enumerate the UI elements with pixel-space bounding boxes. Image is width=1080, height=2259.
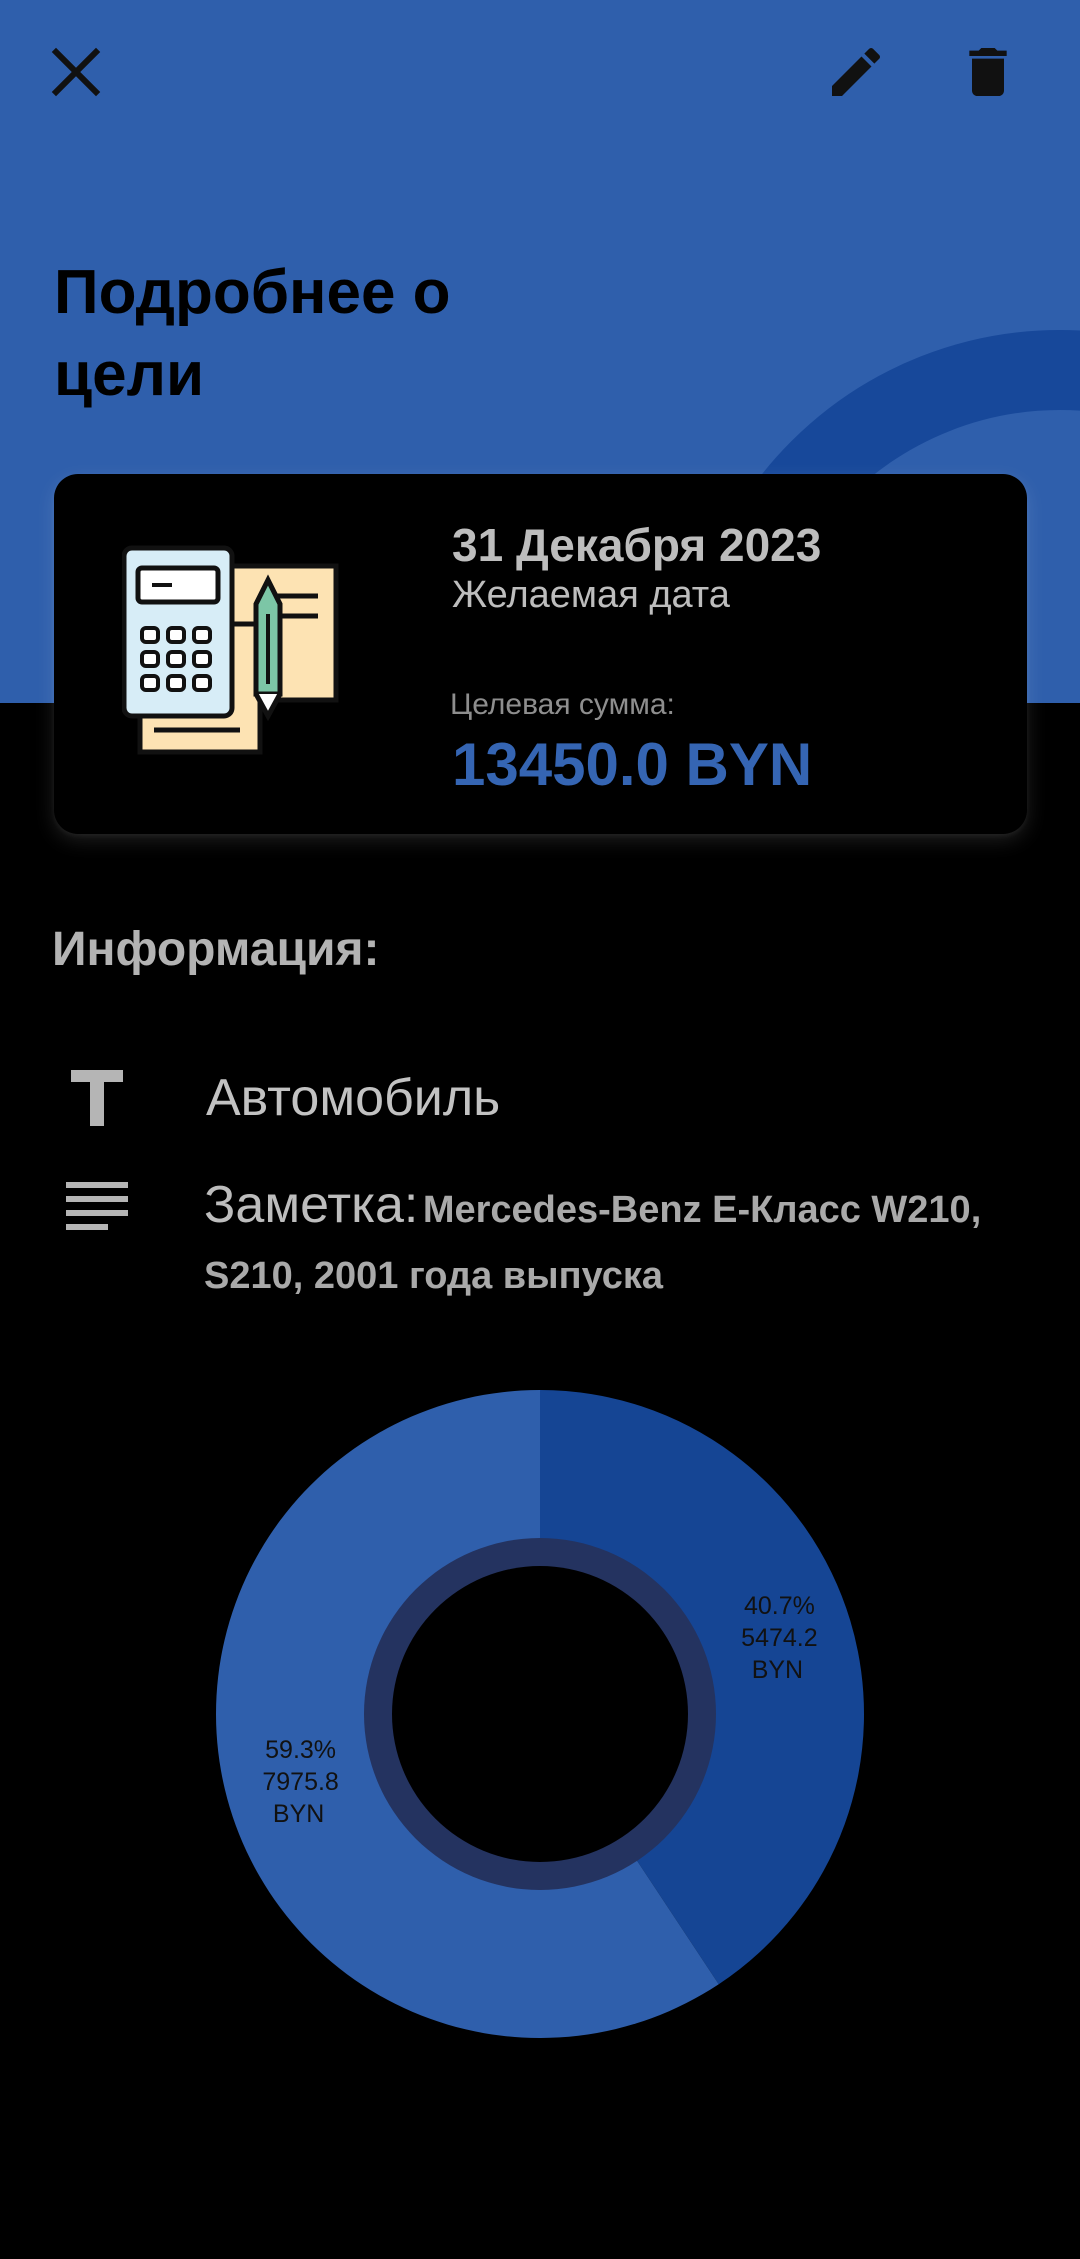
edit-button[interactable]	[814, 30, 898, 114]
donut-slice-label: 7975.8	[262, 1768, 338, 1796]
target-amount: 13450.0 BYN	[452, 731, 813, 798]
notes-lines-icon	[52, 1160, 142, 1250]
donut-slice-label: BYN	[752, 1656, 803, 1684]
donut-svg: 40.7% 5474.2 BYN 59.3% 7975.8 BYN	[216, 1390, 865, 2038]
goal-date: 31 Декабря 2023	[452, 519, 822, 571]
trash-icon	[956, 40, 1020, 104]
text-title-icon	[52, 1052, 142, 1142]
goal-date-label: Желаемая дата	[452, 574, 730, 616]
donut-hole	[392, 1566, 688, 1862]
info-heading: Информация:	[52, 923, 380, 976]
goal-note: Заметка: Mercedes-Benz E-Класс W210, S21…	[204, 1176, 1034, 1313]
close-icon	[50, 46, 102, 98]
target-amount-label: Целевая сумма:	[450, 688, 675, 721]
edit-pencil-icon	[824, 40, 888, 104]
calculator-document-icon	[121, 544, 342, 756]
donut-slice-label: 5474.2	[741, 1624, 817, 1652]
note-label: Заметка:	[204, 1176, 419, 1234]
savings-donut-chart: 40.7% 5474.2 BYN 59.3% 7975.8 BYN	[0, 1360, 1080, 2060]
page-title: Подробнее о цели	[54, 258, 451, 409]
donut-slice-label: 40.7%	[744, 1592, 815, 1620]
close-button[interactable]	[34, 30, 118, 114]
donut-slice-label: BYN	[273, 1800, 324, 1828]
goal-name: Автомобиль	[206, 1069, 501, 1127]
delete-button[interactable]	[946, 30, 1030, 114]
donut-slice-label: 59.3%	[265, 1736, 336, 1764]
goal-summary-card: 31 Декабря 2023 Желаемая дата Целевая су…	[54, 474, 1027, 834]
